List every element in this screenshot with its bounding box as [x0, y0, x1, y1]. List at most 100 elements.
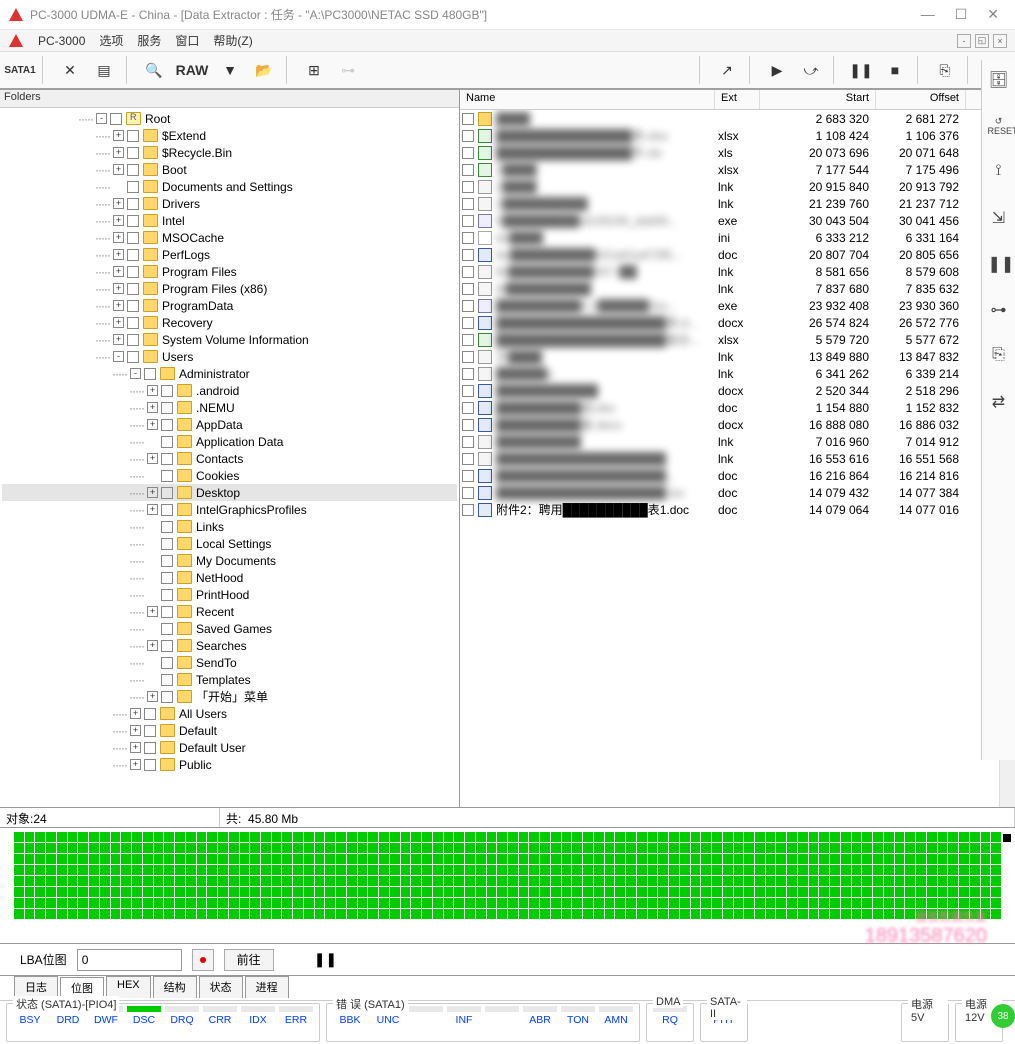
tree-node[interactable]: ·····+AppData	[2, 416, 457, 433]
lba-goto-button[interactable]: 前往	[224, 949, 274, 971]
tree-checkbox[interactable]	[161, 657, 173, 669]
step-icon[interactable]: ⤻	[795, 55, 827, 85]
expand-icon[interactable]	[147, 674, 158, 685]
file-row[interactable]: ██████████lnk7 016 9607 014 912	[460, 433, 1015, 450]
report-icon[interactable]: ▤	[88, 55, 120, 85]
expand-icon[interactable]: +	[147, 402, 158, 413]
tree-checkbox[interactable]	[127, 283, 139, 295]
tree-node[interactable]: ····· Application Data	[2, 433, 457, 450]
binoculars-icon[interactable]: 🔍	[138, 55, 170, 85]
expand-icon[interactable]: +	[130, 742, 141, 753]
expand-icon[interactable]: +	[147, 606, 158, 617]
tree-node[interactable]: ·····+Contacts	[2, 450, 457, 467]
file-row[interactable]: ████████████████表.xlsxxlsx1 108 4241 106…	[460, 127, 1015, 144]
column-start[interactable]: Start	[760, 90, 876, 109]
file-checkbox[interactable]	[462, 334, 474, 346]
lba-record-button[interactable]	[192, 949, 214, 971]
expand-icon[interactable]: +	[147, 487, 158, 498]
tab-状态[interactable]: 状态	[199, 976, 243, 998]
sata-button[interactable]: SATA1	[4, 55, 36, 85]
tree-checkbox[interactable]	[127, 266, 139, 278]
clamp-icon[interactable]: ⟟	[988, 162, 1010, 184]
expand-icon[interactable]: -	[113, 351, 124, 362]
tree-node[interactable]: ·····+PerfLogs	[2, 246, 457, 263]
adjust-icon[interactable]: ⇄	[988, 392, 1010, 414]
tree-checkbox[interactable]	[161, 487, 173, 499]
expand-icon[interactable]: +	[147, 453, 158, 464]
tree-node[interactable]: ·····+Recent	[2, 603, 457, 620]
tree-node[interactable]: ·····+Drivers	[2, 195, 457, 212]
tree-checkbox[interactable]	[127, 147, 139, 159]
file-row[interactable]: far██████████621a01a472f5...doc20 807 70…	[460, 246, 1015, 263]
tree-node[interactable]: ·····+Program Files (x86)	[2, 280, 457, 297]
file-checkbox[interactable]	[462, 368, 474, 380]
file-checkbox[interactable]	[462, 164, 474, 176]
file-checkbox[interactable]	[462, 181, 474, 193]
mdi-restore[interactable]: ◱	[975, 34, 989, 48]
file-row[interactable]: ██████████复.docxdocx16 888 08016 886 032	[460, 416, 1015, 433]
tree-checkbox[interactable]	[161, 402, 173, 414]
file-checkbox[interactable]	[462, 198, 474, 210]
tree-node[interactable]: ·····+All Users	[2, 705, 457, 722]
tree-checkbox[interactable]	[161, 572, 173, 584]
expand-icon[interactable]: +	[147, 504, 158, 515]
tree-node[interactable]: ····· Links	[2, 518, 457, 535]
tree-node[interactable]: ·····+Searches	[2, 637, 457, 654]
file-row[interactable]: Mi██████████007.l██lnk8 581 6568 579 608	[460, 263, 1015, 280]
tree-checkbox[interactable]	[161, 470, 173, 482]
file-checkbox[interactable]	[462, 215, 474, 227]
expand-icon[interactable]: +	[113, 266, 124, 277]
structure-icon[interactable]: ⊞	[298, 55, 330, 85]
tree-checkbox[interactable]	[161, 555, 173, 567]
menu-app-label[interactable]: PC-3000	[38, 34, 85, 48]
file-row[interactable]: ██████████0.2██████3xx...exe23 932 40823…	[460, 297, 1015, 314]
close-button[interactable]: ✕	[987, 6, 999, 23]
tree-checkbox[interactable]	[144, 725, 156, 737]
expand-icon[interactable]: +	[113, 249, 124, 260]
tree-node[interactable]: ·····+.NEMU	[2, 399, 457, 416]
tree-checkbox[interactable]	[161, 453, 173, 465]
file-row[interactable]: M██████████lnk7 837 6807 835 632	[460, 280, 1015, 297]
file-row[interactable]: de████ini6 333 2126 331 164	[460, 229, 1015, 246]
file-checkbox[interactable]	[462, 385, 474, 397]
tree-node[interactable]: ····· Cookies	[2, 467, 457, 484]
file-row[interactable]: ██████████函.docdoc1 154 8801 152 832	[460, 399, 1015, 416]
expand-icon[interactable]: +	[130, 708, 141, 719]
column-offset[interactable]: Offset	[876, 90, 966, 109]
tree-node[interactable]: ····· Templates	[2, 671, 457, 688]
expand-icon[interactable]: +	[147, 640, 158, 651]
tab-HEX[interactable]: HEX	[106, 976, 151, 998]
raw-button[interactable]: RAW	[172, 55, 212, 85]
folder-open-icon[interactable]: 📂	[248, 55, 280, 85]
menu-window[interactable]: 窗口	[175, 32, 199, 49]
tree-checkbox[interactable]	[161, 436, 173, 448]
expand-icon[interactable]	[147, 436, 158, 447]
expand-icon[interactable]	[147, 657, 158, 668]
pause-sidebar-icon[interactable]: ❚❚	[988, 254, 1010, 276]
column-ext[interactable]: Ext	[715, 90, 760, 109]
tree-checkbox[interactable]	[144, 759, 156, 771]
expand-icon[interactable]: +	[113, 300, 124, 311]
file-checkbox[interactable]	[462, 300, 474, 312]
file-checkbox[interactable]	[462, 436, 474, 448]
file-row[interactable]: ████████████████████表.d...docx26 574 824…	[460, 314, 1015, 331]
tree-node[interactable]: ·····+IntelGraphicsProfiles	[2, 501, 457, 518]
export-icon[interactable]: ↗	[711, 55, 743, 85]
file-row[interactable]: ████████████████████查办...xlsx5 579 7205 …	[460, 331, 1015, 348]
tree-node[interactable]: ····· NetHood	[2, 569, 457, 586]
tree-checkbox[interactable]	[110, 113, 122, 125]
file-checkbox[interactable]	[462, 487, 474, 499]
tree-checkbox[interactable]	[161, 504, 173, 516]
menu-help[interactable]: 帮助(Z)	[213, 32, 252, 49]
expand-icon[interactable]: +	[147, 385, 158, 396]
play-icon[interactable]: ▶	[761, 55, 793, 85]
file-checkbox[interactable]	[462, 147, 474, 159]
tree-node[interactable]: ·····+Default User	[2, 739, 457, 756]
file-row[interactable]: 附件2：聘用██████████表1.docdoc14 079 06414 07…	[460, 501, 1015, 518]
filter-icon[interactable]: ▼	[214, 55, 246, 85]
tree-checkbox[interactable]	[127, 300, 139, 312]
tree-node[interactable]: ····· SendTo	[2, 654, 457, 671]
expand-icon[interactable]: +	[113, 147, 124, 158]
db-icon[interactable]: 🗄	[988, 70, 1010, 92]
tree-checkbox[interactable]	[127, 249, 139, 261]
